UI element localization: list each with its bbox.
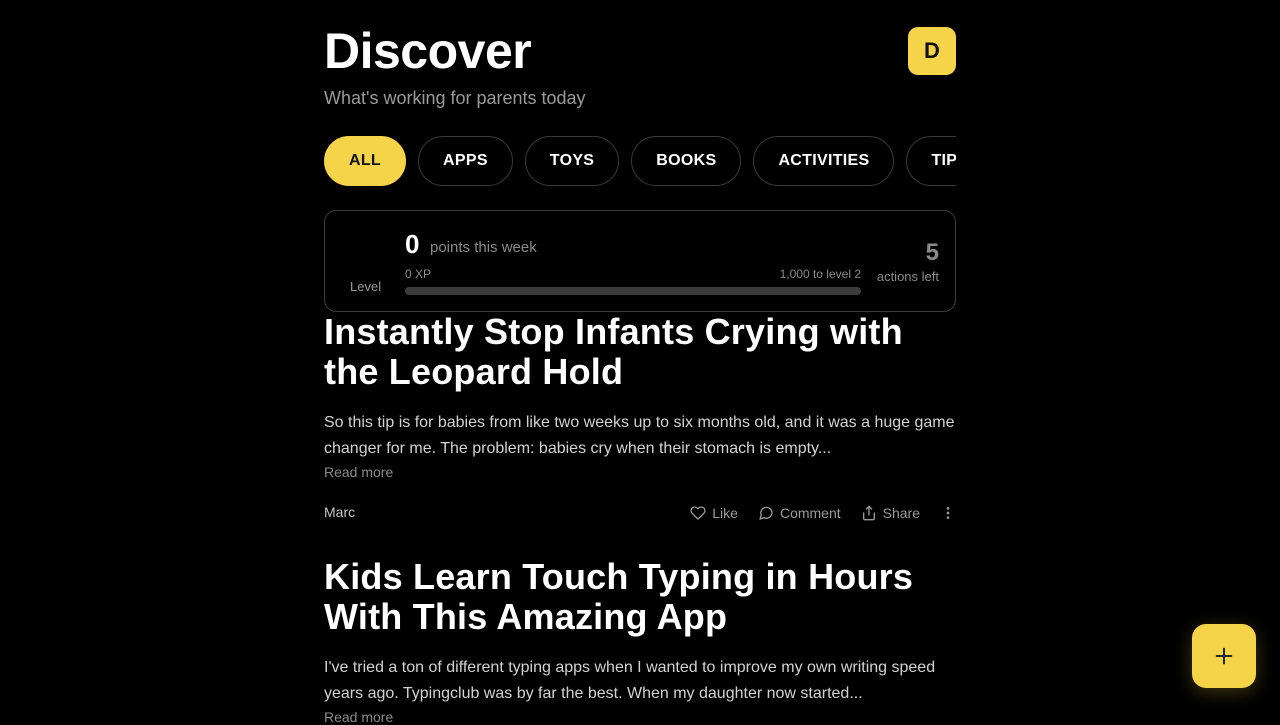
plus-icon xyxy=(1215,647,1233,665)
filter-chip-apps[interactable]: APPS xyxy=(418,136,513,186)
more-options-button[interactable] xyxy=(940,505,956,521)
read-more-link[interactable]: Read more xyxy=(324,709,956,725)
post-card[interactable]: Instantly Stop Infants Crying with the L… xyxy=(324,312,956,528)
post-footer: Marc Like Comment Share xyxy=(324,498,956,528)
weekly-points-value: 0 xyxy=(405,229,420,259)
post-actions: Like Comment Share xyxy=(690,498,956,528)
level-label: Level xyxy=(350,279,382,294)
post-title[interactable]: Kids Learn Touch Typing in Hours With Th… xyxy=(324,557,956,637)
filter-chip-all[interactable]: ALL xyxy=(324,136,407,186)
comment-icon xyxy=(759,506,773,520)
avatar[interactable]: D xyxy=(908,27,956,75)
next-level-text: 1,000 to level 2 xyxy=(779,267,861,281)
weekly-points-label: points this week xyxy=(430,239,537,256)
filter-chip-tips[interactable]: TIPS xyxy=(906,136,956,186)
post-excerpt: So this tip is for babies from like two … xyxy=(324,414,955,457)
read-more-link[interactable]: Read more xyxy=(324,464,956,480)
comment-button[interactable]: Comment xyxy=(758,505,841,521)
post-title[interactable]: Instantly Stop Infants Crying with the L… xyxy=(324,312,956,392)
post-author[interactable]: Marc xyxy=(324,504,355,520)
share-button[interactable]: Share xyxy=(861,505,920,521)
actions-left-label: actions left xyxy=(876,269,939,284)
discover-page: Discover What's working for parents toda… xyxy=(324,0,956,725)
xp-value: 0 XP xyxy=(405,267,432,281)
share-icon xyxy=(862,505,875,521)
xp-progress-bar xyxy=(405,287,861,295)
xp-progress-card: Level 0 points this week 0 XP 1,000 to l… xyxy=(324,210,956,312)
filter-chip-activities[interactable]: ACTIVITIES xyxy=(753,136,895,186)
like-button[interactable]: Like xyxy=(690,505,738,521)
filter-chip-toys[interactable]: TOYS xyxy=(524,136,620,186)
category-filter-bar: ALL APPS TOYS BOOKS ACTIVITIES TIPS xyxy=(324,136,956,186)
comment-label: Comment xyxy=(779,505,841,521)
more-vertical-icon xyxy=(946,507,950,519)
header: Discover What's working for parents toda… xyxy=(324,0,956,130)
actions-left-count: 5 xyxy=(925,239,939,266)
share-label: Share xyxy=(882,505,920,521)
like-label: Like xyxy=(712,505,738,521)
create-post-button[interactable] xyxy=(1192,624,1256,688)
page-title: Discover xyxy=(324,23,532,79)
filter-chip-books[interactable]: BOOKS xyxy=(631,136,742,186)
heart-icon xyxy=(690,506,706,520)
post-excerpt: I've tried a ton of different typing app… xyxy=(324,659,936,702)
post-card[interactable]: Kids Learn Touch Typing in Hours With Th… xyxy=(324,557,956,725)
page-subtitle: What's working for parents today xyxy=(324,88,586,108)
